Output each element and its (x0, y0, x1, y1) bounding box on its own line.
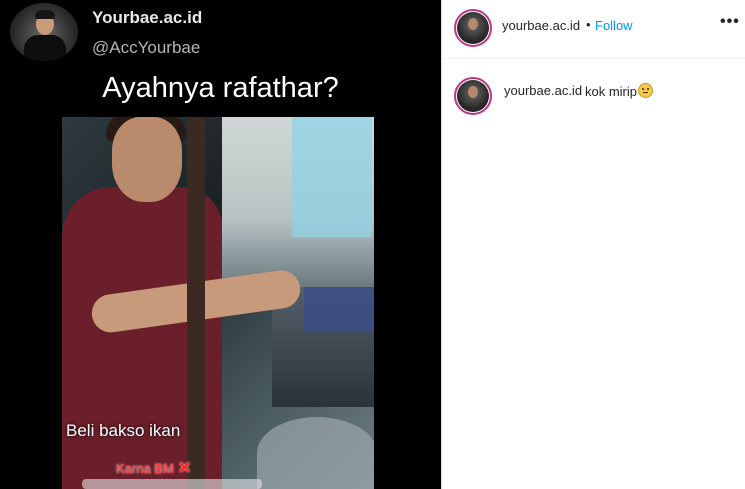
video-pole (187, 117, 205, 489)
video-subtitle-3-blur (82, 479, 262, 489)
twitter-display-name: Yourbae.ac.id (92, 8, 203, 27)
more-options-icon[interactable]: ••• (720, 13, 740, 31)
comment-avatar[interactable] (454, 77, 492, 115)
video-pot (257, 417, 374, 489)
post-sidebar: yourbae.ac.id • Follow ••• yourbae.ac.id… (441, 0, 745, 489)
comment-username-link[interactable]: yourbae.ac.id (504, 83, 582, 98)
video-subtitle-2-text: Karna BM (116, 461, 174, 476)
follow-button[interactable]: Follow (595, 18, 633, 33)
separator-dot: • (586, 17, 591, 32)
video-glass-case (304, 287, 374, 332)
tweet-caption: Ayahnya rafathar? (102, 72, 339, 104)
video-light (292, 117, 372, 237)
post-media[interactable]: Yourbae.ac.id @AccYourbae Ayahnya rafath… (0, 0, 441, 489)
flushed-face-icon (638, 83, 654, 98)
cross-mark-icon: ✕ (177, 460, 192, 477)
profile-avatar[interactable] (454, 9, 492, 47)
comment-text-content: kok mirip (585, 84, 638, 99)
twitter-handle: @AccYourbae (92, 38, 201, 57)
comment-text: kok mirip (585, 83, 654, 99)
post-header: yourbae.ac.id • Follow ••• (442, 0, 745, 59)
video-person-head (112, 117, 182, 202)
video-frame[interactable]: Beli bakso ikan Karna BM ✕ (62, 117, 374, 489)
profile-username-link[interactable]: yourbae.ac.id (502, 18, 580, 33)
twitter-avatar (10, 3, 78, 61)
caption-comment: yourbae.ac.id kok mirip (442, 75, 745, 115)
video-subtitle-1: Beli bakso ikan (66, 421, 181, 440)
video-subtitle-2: Karna BM ✕ (116, 458, 191, 478)
